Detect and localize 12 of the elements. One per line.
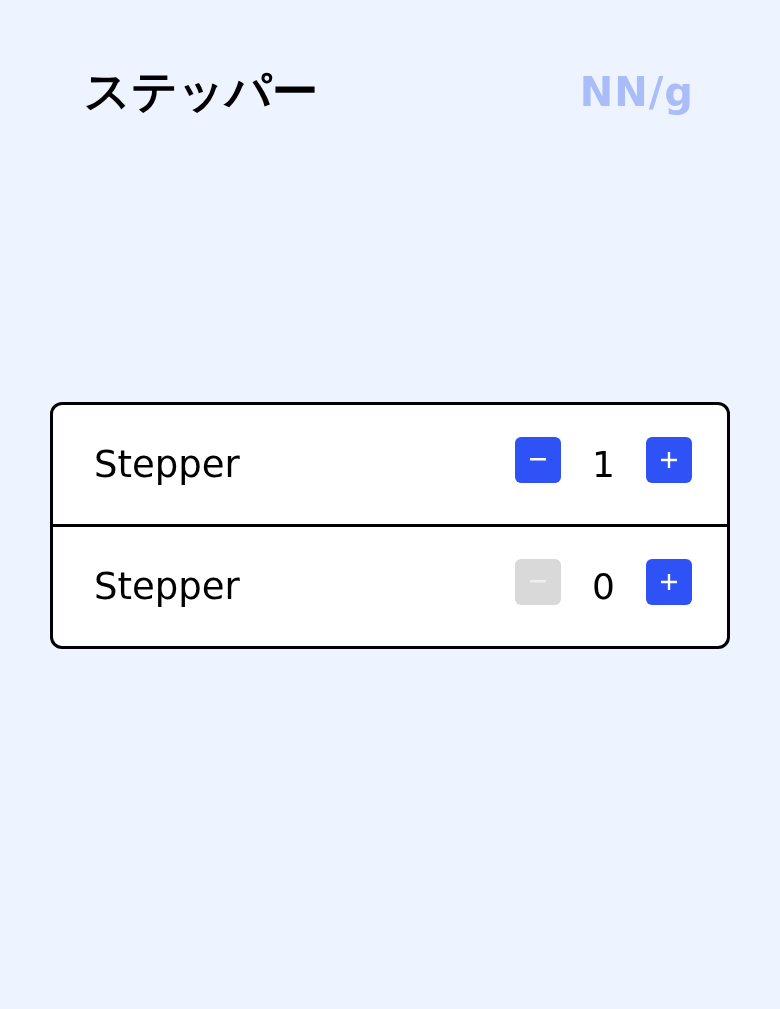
stepper-value: 0 — [591, 566, 616, 607]
plus-icon — [659, 571, 679, 592]
plus-icon — [659, 449, 679, 470]
logo: NN/g — [579, 69, 694, 115]
increment-button[interactable] — [646, 436, 692, 483]
page-title: ステッパー — [84, 64, 318, 120]
decrement-button[interactable] — [515, 436, 561, 483]
stepper-value: 1 — [591, 444, 616, 485]
minus-icon — [528, 458, 548, 461]
increment-button[interactable] — [646, 558, 692, 605]
stepper-label: Stepper — [94, 443, 240, 486]
stepper-label: Stepper — [94, 565, 240, 608]
